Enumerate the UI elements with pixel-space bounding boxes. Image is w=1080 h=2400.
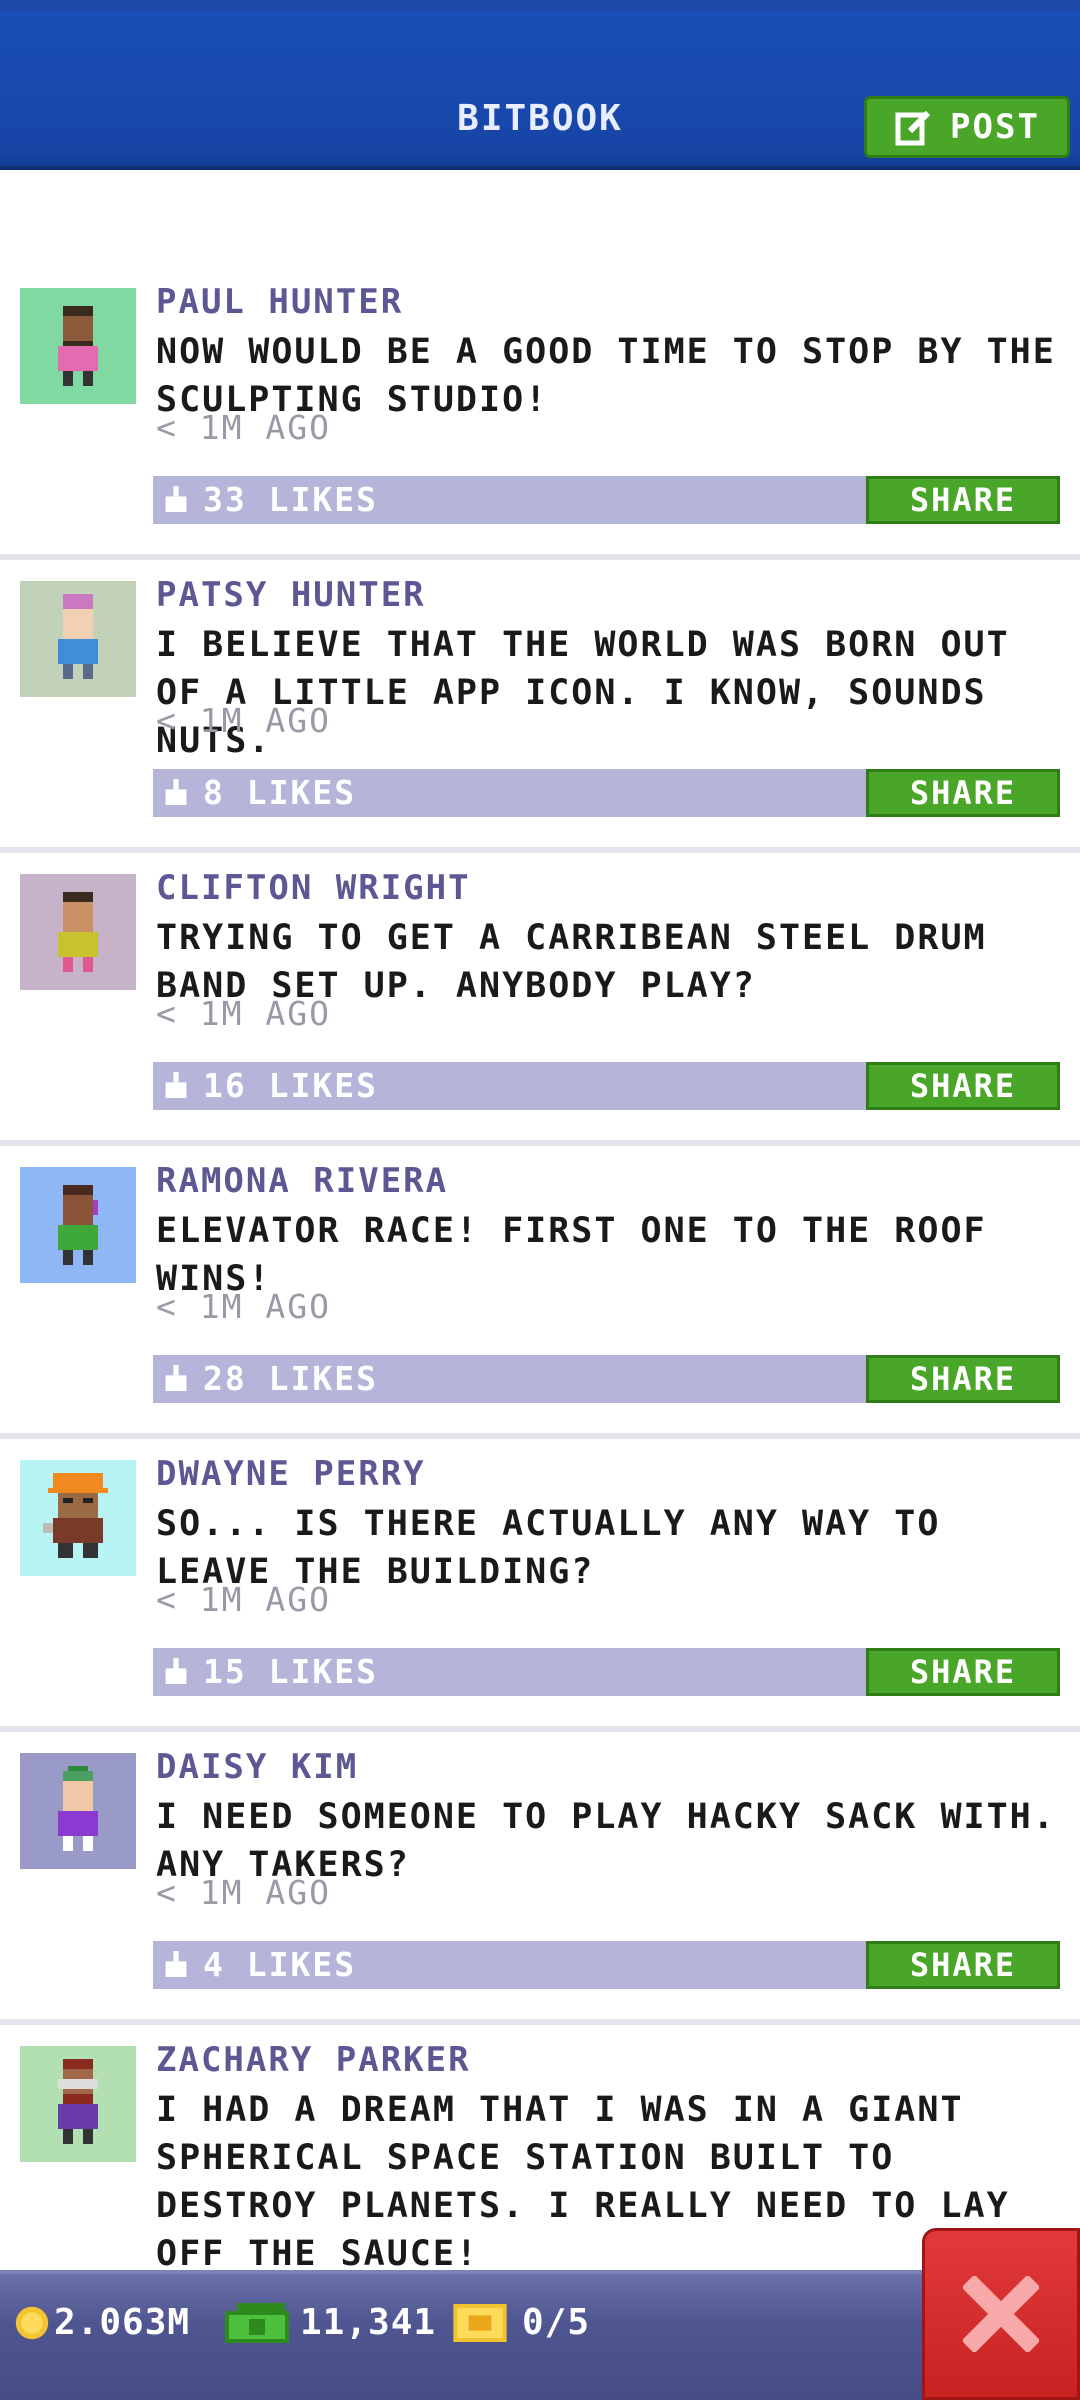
post-button-label: POST <box>950 107 1040 147</box>
post-author[interactable]: DWAYNE PERRY <box>156 1454 426 1494</box>
feed-post: PAUL HUNTER NOW WOULD BE A GOOD TIME TO … <box>0 268 1080 560</box>
close-icon <box>963 2276 1039 2352</box>
likes-count: 28 LIKES <box>203 1359 378 1398</box>
post-time: < 1M AGO <box>156 1287 331 1326</box>
share-button[interactable]: SHARE <box>866 1648 1060 1696</box>
thumbs-up-icon <box>165 1951 187 1977</box>
bux-icon <box>225 2302 289 2343</box>
thumbs-up-icon <box>165 486 187 512</box>
avatar <box>20 1167 136 1283</box>
likes-count: 4 LIKES <box>203 1945 357 1984</box>
coins-value: 2.063M <box>54 2302 191 2343</box>
thumbs-up-icon <box>165 1365 187 1391</box>
status-bar: 2.063M 11,341 0/5 <box>0 2270 1080 2400</box>
bitbook-feed[interactable]: PAUL HUNTER NOW WOULD BE A GOOD TIME TO … <box>0 170 1080 2270</box>
post-author[interactable]: ZACHARY PARKER <box>156 2040 471 2080</box>
feed-post: RAMONA RIVERA ELEVATOR RACE! FIRST ONE T… <box>0 1147 1080 1439</box>
bux-counter: 11,341 <box>224 2302 436 2343</box>
avatar <box>20 2046 136 2162</box>
avatar <box>20 1753 136 1869</box>
tickets-value: 0/5 <box>522 2302 591 2343</box>
ticket-icon <box>453 2303 507 2342</box>
likes-count: 15 LIKES <box>203 1652 378 1691</box>
share-button[interactable]: SHARE <box>866 1062 1060 1110</box>
thumbs-up-icon <box>165 1072 187 1098</box>
bux-value: 11,341 <box>300 2302 437 2343</box>
post-message: I BELIEVE THAT THE WORLD WAS BORN OUT OF… <box>156 625 1010 761</box>
coin-icon <box>15 2306 49 2339</box>
feed-post: CLIFTON WRIGHT TRYING TO GET A CARRIBEAN… <box>0 854 1080 1146</box>
thumbs-up-icon <box>165 779 187 805</box>
avatar <box>20 874 136 990</box>
post-author[interactable]: PAUL HUNTER <box>156 282 403 322</box>
likes-count: 33 LIKES <box>203 480 378 519</box>
post-author[interactable]: CLIFTON WRIGHT <box>156 868 471 908</box>
likes-count: 8 LIKES <box>203 773 357 812</box>
avatar <box>20 288 136 404</box>
feed-post: DWAYNE PERRY SO... IS THERE ACTUALLY ANY… <box>0 1440 1080 1732</box>
post-time: < 1M AGO <box>156 1580 331 1619</box>
post-button[interactable]: POST <box>864 96 1070 158</box>
share-button[interactable]: SHARE <box>866 1941 1060 1989</box>
post-time: < 1M AGO <box>156 701 331 740</box>
feed-post: PATSY HUNTER I BELIEVE THAT THE WORLD WA… <box>0 561 1080 853</box>
close-button[interactable] <box>922 2228 1080 2400</box>
post-time: < 1M AGO <box>156 994 331 1033</box>
top-bar: BITBOOK POST <box>0 0 1080 170</box>
avatar <box>20 581 136 697</box>
share-button[interactable]: SHARE <box>866 1355 1060 1403</box>
tickets-counter: 0/5 <box>452 2302 590 2343</box>
share-button[interactable]: SHARE <box>866 769 1060 817</box>
feed-post: ZACHARY PARKER I HAD A DREAM THAT I WAS … <box>0 2026 1080 2270</box>
avatar <box>20 1460 136 1576</box>
edit-icon <box>895 110 931 146</box>
coins-counter: 2.063M <box>14 2302 190 2343</box>
post-time: < 1M AGO <box>156 408 331 447</box>
share-button[interactable]: SHARE <box>866 476 1060 524</box>
post-author[interactable]: DAISY KIM <box>156 1747 358 1787</box>
post-time: < 1M AGO <box>156 1873 331 1912</box>
feed-post: DAISY KIM I NEED SOMEONE TO PLAY HACKY S… <box>0 1733 1080 2025</box>
thumbs-up-icon <box>165 1658 187 1684</box>
post-author[interactable]: PATSY HUNTER <box>156 575 426 615</box>
post-author[interactable]: RAMONA RIVERA <box>156 1161 448 1201</box>
likes-count: 16 LIKES <box>203 1066 378 1105</box>
